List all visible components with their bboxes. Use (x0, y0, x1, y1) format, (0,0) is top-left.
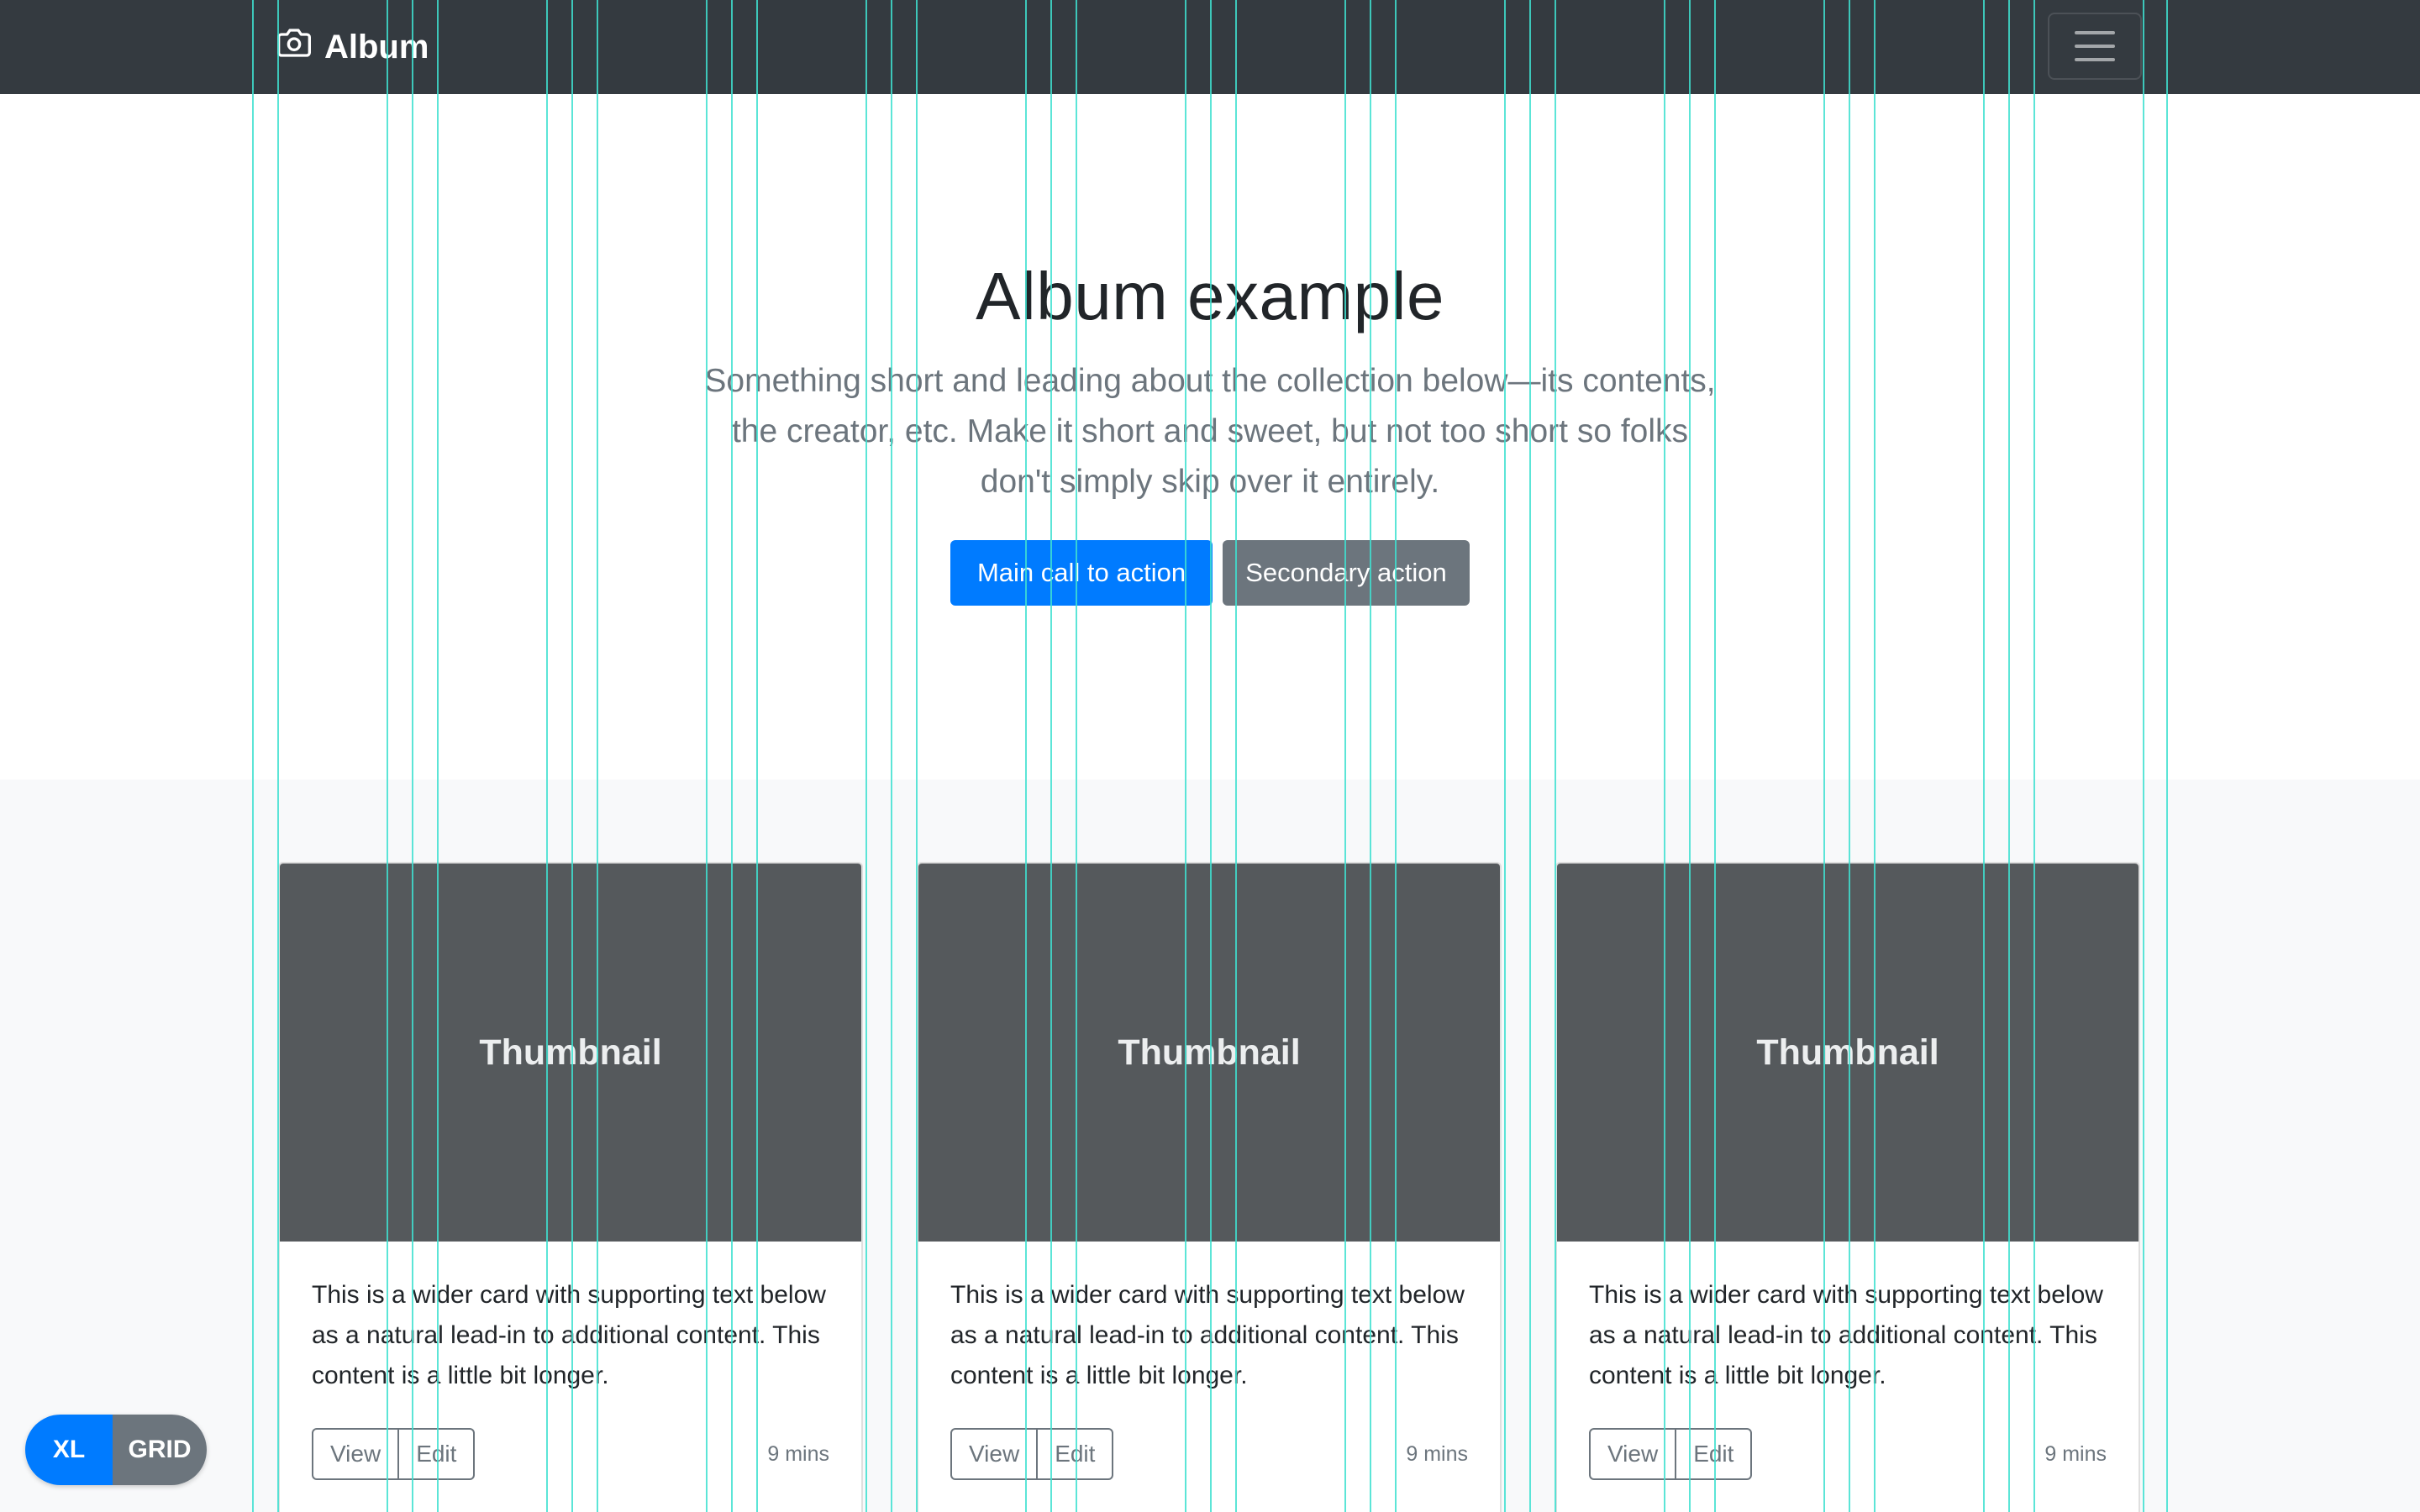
hamburger-menu-icon (2075, 31, 2115, 34)
view-button[interactable]: View (1589, 1428, 1677, 1480)
album-section: Thumbnail This is a wider card with supp… (0, 780, 2420, 1512)
card-thumbnail: Thumbnail (918, 864, 1500, 1242)
card-button-group: View Edit (950, 1428, 1114, 1480)
card-text: This is a wider card with supporting tex… (950, 1281, 1465, 1389)
view-button[interactable]: View (312, 1428, 400, 1480)
album-card: Thumbnail This is a wider card with supp… (278, 862, 863, 1512)
card-time: 9 mins (1406, 1441, 1468, 1466)
card-text: This is a wider card with supporting tex… (312, 1281, 826, 1389)
navbar: Album (0, 0, 2420, 94)
secondary-action-button[interactable]: Secondary action (1223, 540, 1470, 606)
card-time: 9 mins (2044, 1441, 2107, 1466)
hero-actions: Main call to action Secondary action (0, 540, 2420, 606)
page-title: Album example (976, 259, 1444, 333)
jumbotron: Album example Something short and leadin… (0, 94, 2420, 780)
navbar-brand[interactable]: Album (277, 0, 429, 94)
card-text: This is a wider card with supporting tex… (1589, 1281, 2103, 1389)
edit-button[interactable]: Edit (1675, 1428, 1753, 1480)
edit-button[interactable]: Edit (397, 1428, 476, 1480)
brand-label: Album (324, 28, 429, 66)
card-time: 9 mins (767, 1441, 829, 1466)
card-button-group: View Edit (312, 1428, 476, 1480)
main-call-to-action-button[interactable]: Main call to action (950, 540, 1213, 606)
album-card: Thumbnail This is a wider card with supp… (917, 862, 1502, 1512)
edit-button[interactable]: Edit (1036, 1428, 1114, 1480)
hero-lead-text: Something short and leading about the co… (704, 363, 1716, 500)
camera-icon (277, 26, 311, 68)
card-thumbnail: Thumbnail (280, 864, 861, 1242)
view-button[interactable]: View (950, 1428, 1039, 1480)
card-button-group: View Edit (1589, 1428, 1753, 1480)
breakpoint-label: XL (25, 1415, 113, 1485)
grid-toggle-label: GRID (113, 1415, 207, 1485)
breakpoint-grid-toggle[interactable]: XL GRID (25, 1415, 207, 1485)
navbar-toggler-button[interactable] (2048, 13, 2142, 80)
card-thumbnail: Thumbnail (1557, 864, 2139, 1242)
album-card: Thumbnail This is a wider card with supp… (1555, 862, 2140, 1512)
